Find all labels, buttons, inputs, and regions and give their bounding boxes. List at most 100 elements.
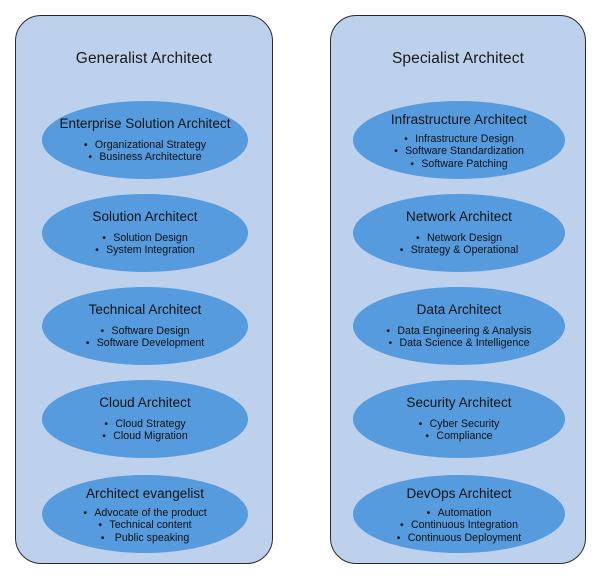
bullet-dot-icon: • <box>410 157 415 170</box>
role-responsibility-list: • Organizational Strategy • Business Archit… <box>42 139 248 164</box>
bullet-dot-icon: • <box>98 519 103 532</box>
role-responsibility-list: • Cyber Security • Compliance <box>353 418 565 443</box>
role-responsibility-item: • Data Science & Intelligence <box>353 337 565 349</box>
bullet-dot-icon: • <box>415 232 420 244</box>
role-responsibility-list: • Network Design • Strategy & Operational <box>353 232 565 257</box>
bullet-dot-icon: • <box>95 244 99 257</box>
bullet-dot-icon: • <box>399 244 404 257</box>
responsibility-label: Data Science & Intelligence <box>399 337 530 350</box>
role-responsibility-item: • Organizational Strategy <box>42 139 248 151</box>
role-responsibility-item: • Advocate of the product <box>42 507 248 519</box>
responsibility-label: Continuous Deployment <box>407 531 522 544</box>
architect-group-panel-2: Specialist Architect Infrastructure Archi… <box>330 15 586 564</box>
responsibility-label: Continuous Integration <box>410 519 519 532</box>
role-responsibility-item: • Software Standardization <box>353 145 565 157</box>
responsibility-label: Cloud Migration <box>113 430 188 443</box>
role-responsibility-item: • Cloud Migration <box>42 430 248 442</box>
role-responsibility-item: • Cyber Security <box>353 418 565 430</box>
role-ellipse: Solution Architect • Solution Design • Syste… <box>42 194 248 272</box>
responsibility-label: Cyber Security <box>429 418 500 430</box>
bullet-dot-icon: • <box>88 151 93 164</box>
role-responsibility-item: • Technical content <box>42 519 248 531</box>
role-title: DevOps Architect <box>406 486 512 501</box>
bullet-dot-icon: • <box>83 507 88 519</box>
role-responsibility-item: • Solution Design <box>42 232 248 244</box>
responsibility-label: Business Architecture <box>99 151 202 164</box>
role-responsibility-list: • Infrastructure Design • Software Standard… <box>353 133 565 170</box>
role-responsibility-item: • Software Design <box>42 325 248 337</box>
bullet-dot-icon: • <box>386 325 391 337</box>
role-ellipse: Security Architect • Cyber Security • Compli… <box>353 380 565 458</box>
role-ellipse: Infrastructure Architect • Infrastructure … <box>353 101 565 179</box>
role-ellipse: Technical Architect • Software Design • Soft… <box>42 287 248 365</box>
group-title: Generalist Architect <box>75 50 213 67</box>
bullet-dot-icon: • <box>394 145 398 158</box>
role-responsibility-item: • Public speaking <box>42 532 248 544</box>
role-title: Solution Architect <box>92 209 198 224</box>
role-responsibility-item: • Continuous Integration <box>353 519 565 531</box>
role-title: Data Architect <box>416 302 502 317</box>
role-responsibility-list: • Solution Design • System Integration <box>42 232 248 257</box>
role-ellipse: Network Architect • Network Design • Strateg… <box>353 194 565 272</box>
bullet-dot-icon: • <box>404 133 408 145</box>
responsibility-label: Data Engineering & Analysis <box>397 325 532 337</box>
role-ellipse: Enterprise Solution Architect • Organizati… <box>42 101 248 179</box>
role-responsibility-list: • Automation • Continuous Integration • Conti… <box>353 507 565 544</box>
role-responsibility-item: • Cloud Strategy <box>42 418 248 430</box>
responsibility-label: Advocate of the product <box>94 507 207 519</box>
architect-group-panel-1: Generalist Architect Enterprise Solution … <box>15 15 273 564</box>
role-responsibility-item: • Continuous Deployment <box>353 532 565 544</box>
role-responsibility-list: • Software Design • Software Development <box>42 325 248 350</box>
bullet-dot-icon: • <box>418 418 423 430</box>
bullet-dot-icon: • <box>102 430 106 443</box>
role-responsibility-item: • Data Engineering & Analysis <box>353 325 565 337</box>
responsibility-label: Software Standardization <box>405 145 524 158</box>
role-responsibility-item: • Software Development <box>42 337 248 349</box>
role-ellipse: Cloud Architect • Cloud Strategy • Cloud Mig… <box>42 380 248 458</box>
role-responsibility-item: • Software Patching <box>353 158 565 170</box>
role-title: Security Architect <box>406 395 512 410</box>
role-responsibility-item: • Compliance <box>353 430 565 442</box>
bullet-dot-icon: • <box>396 531 401 544</box>
bullet-dot-icon: • <box>100 325 105 337</box>
role-title: Architect evangelist <box>85 486 205 501</box>
responsibility-label: Compliance <box>436 430 493 443</box>
responsibility-label: System Integration <box>106 244 195 257</box>
role-ellipse: Data Architect • Data Engineering & Analys… <box>353 287 565 365</box>
responsibility-label: Public speaking <box>111 531 190 544</box>
role-responsibility-item: • Business Architecture <box>42 151 248 163</box>
bullet-dot-icon: • <box>85 337 90 350</box>
bullet-dot-icon: • <box>102 232 106 244</box>
role-ellipse: Architect evangelist • Advocate of the pro… <box>42 475 248 553</box>
responsibility-label: Infrastructure Design <box>415 133 514 145</box>
group-title: Specialist Architect <box>391 50 525 67</box>
role-title: Cloud Architect <box>99 395 191 410</box>
responsibility-label: Network Design <box>426 232 503 244</box>
bullet-dot-icon: • <box>100 531 105 544</box>
bullet-dot-icon: • <box>426 507 431 519</box>
bullet-dot-icon: • <box>399 519 404 532</box>
role-responsibility-list: • Advocate of the product • Technical conte… <box>42 507 248 544</box>
responsibility-label: Automation <box>437 507 492 519</box>
responsibility-label: Organizational Strategy <box>94 139 207 151</box>
responsibility-label: Software Development <box>96 337 205 350</box>
role-ellipse: DevOps Architect • Automation • Continuous I… <box>353 475 565 553</box>
bullet-dot-icon: • <box>388 337 393 350</box>
bullet-dot-icon: • <box>104 418 109 430</box>
role-title: Infrastructure Architect <box>390 112 528 127</box>
role-responsibility-list: • Data Engineering & Analysis • Data Scienc… <box>353 325 565 350</box>
role-responsibility-list: • Cloud Strategy • Cloud Migration <box>42 418 248 443</box>
responsibility-label: Software Patching <box>421 157 508 170</box>
responsibility-label: Software Design <box>111 325 190 337</box>
role-title: Enterprise Solution Architect <box>59 116 231 131</box>
role-title: Technical Architect <box>88 302 202 317</box>
role-responsibility-item: • Strategy & Operational <box>353 244 565 256</box>
role-title: Network Architect <box>406 209 512 224</box>
responsibility-label: Strategy & Operational <box>410 244 519 257</box>
bullet-dot-icon: • <box>83 139 88 151</box>
role-responsibility-item: • Network Design <box>353 232 565 244</box>
responsibility-label: Cloud Strategy <box>115 418 186 430</box>
architect-roles-diagram: Generalist Architect Enterprise Solution … <box>0 0 600 579</box>
role-responsibility-item: • Infrastructure Design <box>353 133 565 145</box>
responsibility-label: Solution Design <box>113 232 188 244</box>
